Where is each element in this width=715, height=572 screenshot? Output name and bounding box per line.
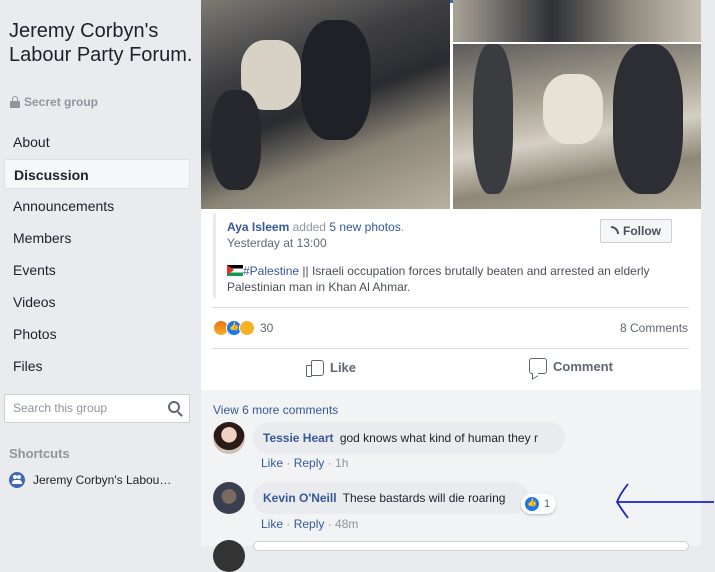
author-link[interactable]: Aya Isleem <box>227 220 289 234</box>
hashtag-link[interactable]: #Palestine <box>243 264 299 278</box>
nav-files[interactable]: Files <box>4 351 190 381</box>
group-sidebar: Jeremy Corbyn's Labour Party Forum. Secr… <box>0 0 201 546</box>
post-photo-2[interactable] <box>453 0 701 42</box>
thumbs-up-icon <box>306 358 324 377</box>
divider <box>213 348 689 349</box>
nav-announcements[interactable]: Announcements <box>4 191 190 221</box>
post-photo-1[interactable] <box>201 0 450 209</box>
divider <box>213 307 689 308</box>
reaction-count: 30 <box>260 321 274 335</box>
follow-button[interactable]: Follow <box>600 219 672 243</box>
avatar[interactable] <box>213 422 245 454</box>
speech-bubble-icon <box>529 358 547 374</box>
comment-bubble: Kevin O'Neill These bastards will die ro… <box>253 482 529 514</box>
comment-bubble: Tessie Heart god knows what kind of huma… <box>253 422 565 454</box>
nav-videos[interactable]: Videos <box>4 287 190 317</box>
search-icon[interactable] <box>168 401 180 413</box>
post-timestamp[interactable]: Yesterday at 13:00 <box>227 236 327 250</box>
comment-actions: Like · Reply · 48m <box>261 517 359 531</box>
nav-photos[interactable]: Photos <box>4 319 190 349</box>
comments-count-link[interactable]: 8 Comments <box>620 321 688 335</box>
comment-author-link[interactable]: Kevin O'Neill <box>263 491 337 505</box>
comment-time[interactable]: 48m <box>335 517 358 531</box>
group-title[interactable]: Jeremy Corbyn's Labour Party Forum. <box>9 19 194 67</box>
shortcut-group-link[interactable]: Jeremy Corbyn's Labou… <box>9 472 171 488</box>
group-icon <box>9 472 25 488</box>
nav-about[interactable]: About <box>4 127 190 157</box>
share-header: Aya Isleem added 5 new photos. <box>227 220 405 234</box>
avatar[interactable] <box>213 482 245 514</box>
photos-link[interactable]: 5 new photos <box>329 220 400 234</box>
comment-actions: Like · Reply · 1h <box>261 456 349 470</box>
comment-button[interactable]: Comment <box>529 358 613 374</box>
comment-time[interactable]: 1h <box>335 456 348 470</box>
nav-members[interactable]: Members <box>4 223 190 253</box>
rss-icon <box>611 226 619 234</box>
palestine-flag-icon <box>227 265 243 276</box>
view-more-comments-link[interactable]: View 6 more comments <box>213 403 338 417</box>
privacy-label: Secret group <box>10 95 98 109</box>
comment-reply-link[interactable]: Reply <box>294 456 325 470</box>
comment-like-link[interactable]: Like <box>261 517 283 531</box>
shortcuts-heading: Shortcuts <box>9 446 70 461</box>
reactions-summary[interactable]: 30 <box>213 320 273 336</box>
shared-post: Aya Isleem added 5 new photos. Yesterday… <box>213 213 689 298</box>
group-search-input[interactable]: Search this group <box>4 394 190 423</box>
sad-reaction-icon <box>239 320 255 336</box>
annotation-arrow-icon <box>616 483 714 519</box>
comment-author-link[interactable]: Tessie Heart <box>263 431 333 445</box>
post-text: #Palestine || Israeli occupation forces … <box>227 264 650 294</box>
nav-discussion[interactable]: Discussion <box>4 159 190 189</box>
comment-input[interactable] <box>253 541 689 551</box>
avatar <box>213 540 245 572</box>
comment-reply-link[interactable]: Reply <box>294 517 325 531</box>
nav-events[interactable]: Events <box>4 255 190 285</box>
like-reaction-icon <box>524 496 540 512</box>
post-photo-3[interactable] <box>453 44 701 209</box>
comment-like-link[interactable]: Like <box>261 456 283 470</box>
comment-reaction-badge[interactable]: 1 <box>521 494 557 514</box>
like-button[interactable]: Like <box>306 358 356 377</box>
lock-icon <box>10 96 20 108</box>
